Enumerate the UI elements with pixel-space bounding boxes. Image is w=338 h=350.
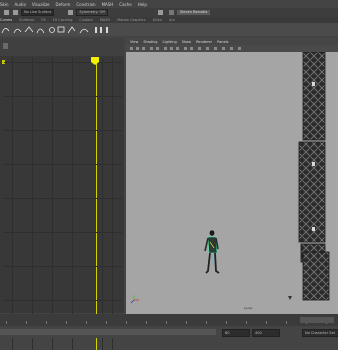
playhead-icon[interactable] <box>88 56 102 66</box>
manipulator-icon[interactable] <box>288 296 292 300</box>
menu-help[interactable]: Help <box>138 2 147 7</box>
axis-gizmo <box>130 295 139 304</box>
vp-menu-shading[interactable]: Shading <box>143 40 157 44</box>
range-end-field[interactable]: 400 <box>252 329 280 337</box>
render-icon[interactable] <box>157 10 163 15</box>
textured-icon[interactable] <box>176 47 179 50</box>
status-line: No Live Surface Symmetry: Off Steven Bea… <box>0 8 338 17</box>
menu-audio[interactable]: Audio <box>15 2 26 7</box>
pencil-curve-icon <box>24 26 34 33</box>
playback-controls[interactable] <box>300 317 334 323</box>
menu-deform[interactable]: Deform <box>56 2 71 7</box>
vp-menu-lighting[interactable]: Lighting <box>163 40 177 44</box>
gamma-icon[interactable] <box>238 47 241 50</box>
lattice-tower[interactable] <box>298 52 330 301</box>
lights-icon[interactable] <box>184 47 187 50</box>
snap-icon[interactable] <box>13 10 18 15</box>
square-icon <box>57 26 65 33</box>
film-gate-icon[interactable] <box>156 47 159 50</box>
dof-icon[interactable] <box>230 47 233 50</box>
shelf-icon-strip <box>1 26 108 34</box>
viewport-menubar: View Shading Lighting Show Renderer Pane… <box>126 38 338 45</box>
range-slider: 80 400 No Character Set <box>0 326 338 338</box>
symmetry-dropdown[interactable]: Symmetry: Off <box>76 9 108 16</box>
tab-custom[interactable]: Custom <box>79 18 92 22</box>
live-surface-field[interactable]: No Live Surface <box>21 9 55 16</box>
isolate-icon[interactable] <box>198 47 201 50</box>
vp-menu-view[interactable]: View <box>130 40 138 44</box>
tab-arnold[interactable]: Arn <box>169 18 175 22</box>
circle-icon <box>49 27 55 33</box>
tab-mash[interactable]: MASH <box>100 18 110 22</box>
shadows-icon[interactable] <box>190 47 193 50</box>
ep-curve-icon <box>13 28 22 34</box>
arc-icon <box>36 28 45 34</box>
tab-curves[interactable]: Curves <box>0 18 12 22</box>
ao-icon[interactable] <box>214 47 217 50</box>
scene-canvas <box>130 52 330 304</box>
range-bar-handle[interactable] <box>0 329 216 335</box>
magnet-icon[interactable] <box>4 10 9 15</box>
tab-fx[interactable]: FX <box>41 18 45 22</box>
camera-icon[interactable] <box>130 47 133 50</box>
main-menubar: Skin Audio Visualize Deform Constrain MA… <box>0 0 338 8</box>
tab-motion-graphics[interactable]: Motion Graphics <box>117 18 145 22</box>
camera-label: persp <box>244 306 253 310</box>
wireframe-icon[interactable] <box>164 47 167 50</box>
vp-menu-renderer[interactable]: Renderer <box>196 40 212 44</box>
range-start-field[interactable]: 80 <box>222 329 250 337</box>
perspective-viewport[interactable]: View Shading Lighting Show Renderer Pane… <box>126 38 338 314</box>
smooth-shade-icon[interactable] <box>170 47 173 50</box>
grid-icon[interactable] <box>150 47 153 50</box>
graph-toolbar-icon[interactable] <box>3 43 8 49</box>
menu-skin[interactable]: Skin <box>0 2 9 7</box>
graph-editor-header <box>0 38 124 56</box>
graph-grid[interactable] <box>4 58 122 350</box>
vp-menu-panels[interactable]: Panels <box>217 40 228 44</box>
menu-cache[interactable]: Cache <box>119 2 131 7</box>
time-slider[interactable] <box>0 314 338 326</box>
menu-mash[interactable]: MASH <box>102 2 114 7</box>
xray-icon[interactable] <box>206 47 209 50</box>
tab-xgen[interactable]: XGen <box>153 18 162 22</box>
graph-editor-panel[interactable] <box>0 38 124 350</box>
character-model[interactable] <box>204 230 220 274</box>
viewport-toolbar <box>126 45 338 52</box>
tab-surfaces[interactable]: Surfaces <box>19 18 34 22</box>
menu-visualize[interactable]: Visualize <box>32 2 50 7</box>
bezier-icon <box>67 26 76 34</box>
cv-curve-icon <box>1 28 10 34</box>
menu-constrain[interactable]: Constrain <box>76 2 95 7</box>
bookmark-icon[interactable] <box>136 47 139 50</box>
tab-fx-caching[interactable]: FX Caching <box>53 18 73 22</box>
lock-icon[interactable] <box>68 10 74 15</box>
vp-menu-show[interactable]: Show <box>182 40 191 44</box>
sign-in-dropdown[interactable]: Steven Beaudia <box>176 10 211 15</box>
aa-icon[interactable] <box>222 47 225 50</box>
shelf-icons <box>0 23 338 36</box>
playhead-line <box>96 58 97 350</box>
character-set-field[interactable]: No Character Set <box>302 329 338 337</box>
text-curve-icon <box>79 28 89 34</box>
account-icon[interactable] <box>168 10 174 15</box>
image-plane-icon[interactable] <box>142 47 145 50</box>
